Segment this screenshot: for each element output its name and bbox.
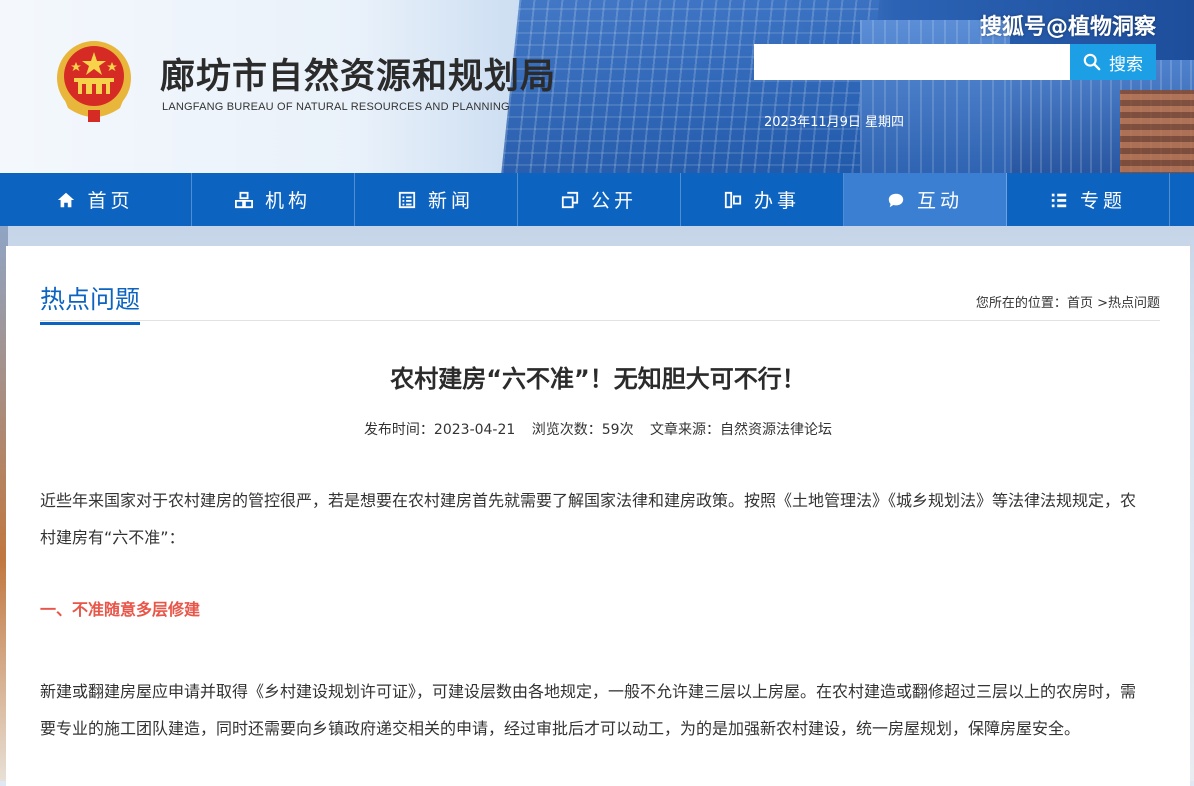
service-icon [724,191,742,208]
article-paragraph: 新建或翻建房屋应申请并取得《乡村建设规划许可证》，可建设层数由各地规定，一般不允… [40,682,1137,738]
building-image [499,0,881,173]
nav-item-interact[interactable]: 互动 [844,173,1007,226]
site-subtitle: LANGFANG BUREAU OF NATURAL RESOURCES AND… [162,101,510,113]
breadcrumb-prefix: 您所在的位置： [975,296,1067,311]
nav-item-label: 公开 [590,190,637,212]
search-icon [1083,53,1101,71]
article-panel: 热点问题 您所在的位置：首页 >热点问题 农村建房“六不准”！无知胆大可不行！ … [6,246,1190,786]
nav-item-topics[interactable]: 专题 [1007,173,1170,226]
search-button-label: 搜索 [1109,54,1143,75]
breadcrumb-home-link[interactable]: 首页 [1067,296,1093,311]
article-source: 文章来源：自然资源法律论坛 [650,422,833,438]
nav-item-label: 互动 [916,190,963,212]
list-icon [1051,193,1067,207]
view-count: 浏览次数：59次 [531,422,634,438]
nav-filler [1170,173,1194,226]
nav-item-label: 首页 [87,190,134,212]
nav-item-org[interactable]: 机构 [192,173,355,226]
open-icon [561,191,579,208]
nav-item-home[interactable]: 首页 [0,173,192,226]
nav-item-news[interactable]: 新闻 [355,173,518,226]
org-icon [234,191,253,208]
current-date: 2023年11月9日 星期四 [764,115,905,130]
nav-item-label: 机构 [264,190,311,212]
building-image [1120,90,1194,173]
nav-item-service[interactable]: 办事 [681,173,844,226]
site-header: 廊坊市自然资源和规划局 LANGFANG BUREAU OF NATURAL R… [0,0,1194,173]
watermark: 搜狐号@植物洞察 [980,15,1157,40]
section-header: 热点问题 您所在的位置：首页 >热点问题 [40,280,1160,325]
article-paragraph: 近些年来国家对于农村建房的管控很严，若是想要在农村建房首先就需要了解国家法律和建… [40,491,1137,547]
section-title: 热点问题 [40,280,141,325]
publish-time: 发布时间：2023-04-21 [363,422,516,438]
national-emblem-icon[interactable] [54,38,134,124]
breadcrumb: 您所在的位置：首页 >热点问题 [976,292,1160,311]
building-image [860,20,1010,173]
nav-item-label: 办事 [753,190,800,212]
article-title: 农村建房“六不准”！无知胆大可不行！ [390,365,806,393]
home-icon [58,192,75,207]
article-meta: 发布时间：2023-04-21 浏览次数：59次 文章来源：自然资源法律论坛 [6,419,1190,439]
search-input[interactable] [754,44,1070,80]
nav-item-label: 专题 [1079,190,1126,212]
chat-icon [888,193,904,207]
article-subheading: 一、不准随意多层修建 [40,600,201,619]
breadcrumb-separator: > [1092,296,1108,311]
search-button[interactable]: 搜索 [1070,44,1156,80]
main-nav: 首页 机构 新闻 公开 办事 互动 专题 [0,173,1194,226]
site-title[interactable]: 廊坊市自然资源和规划局 [160,48,556,99]
breadcrumb-current-link[interactable]: 热点问题 [1108,296,1160,311]
news-icon [398,191,416,208]
nav-item-label: 新闻 [427,190,474,212]
nav-item-open[interactable]: 公开 [518,173,681,226]
